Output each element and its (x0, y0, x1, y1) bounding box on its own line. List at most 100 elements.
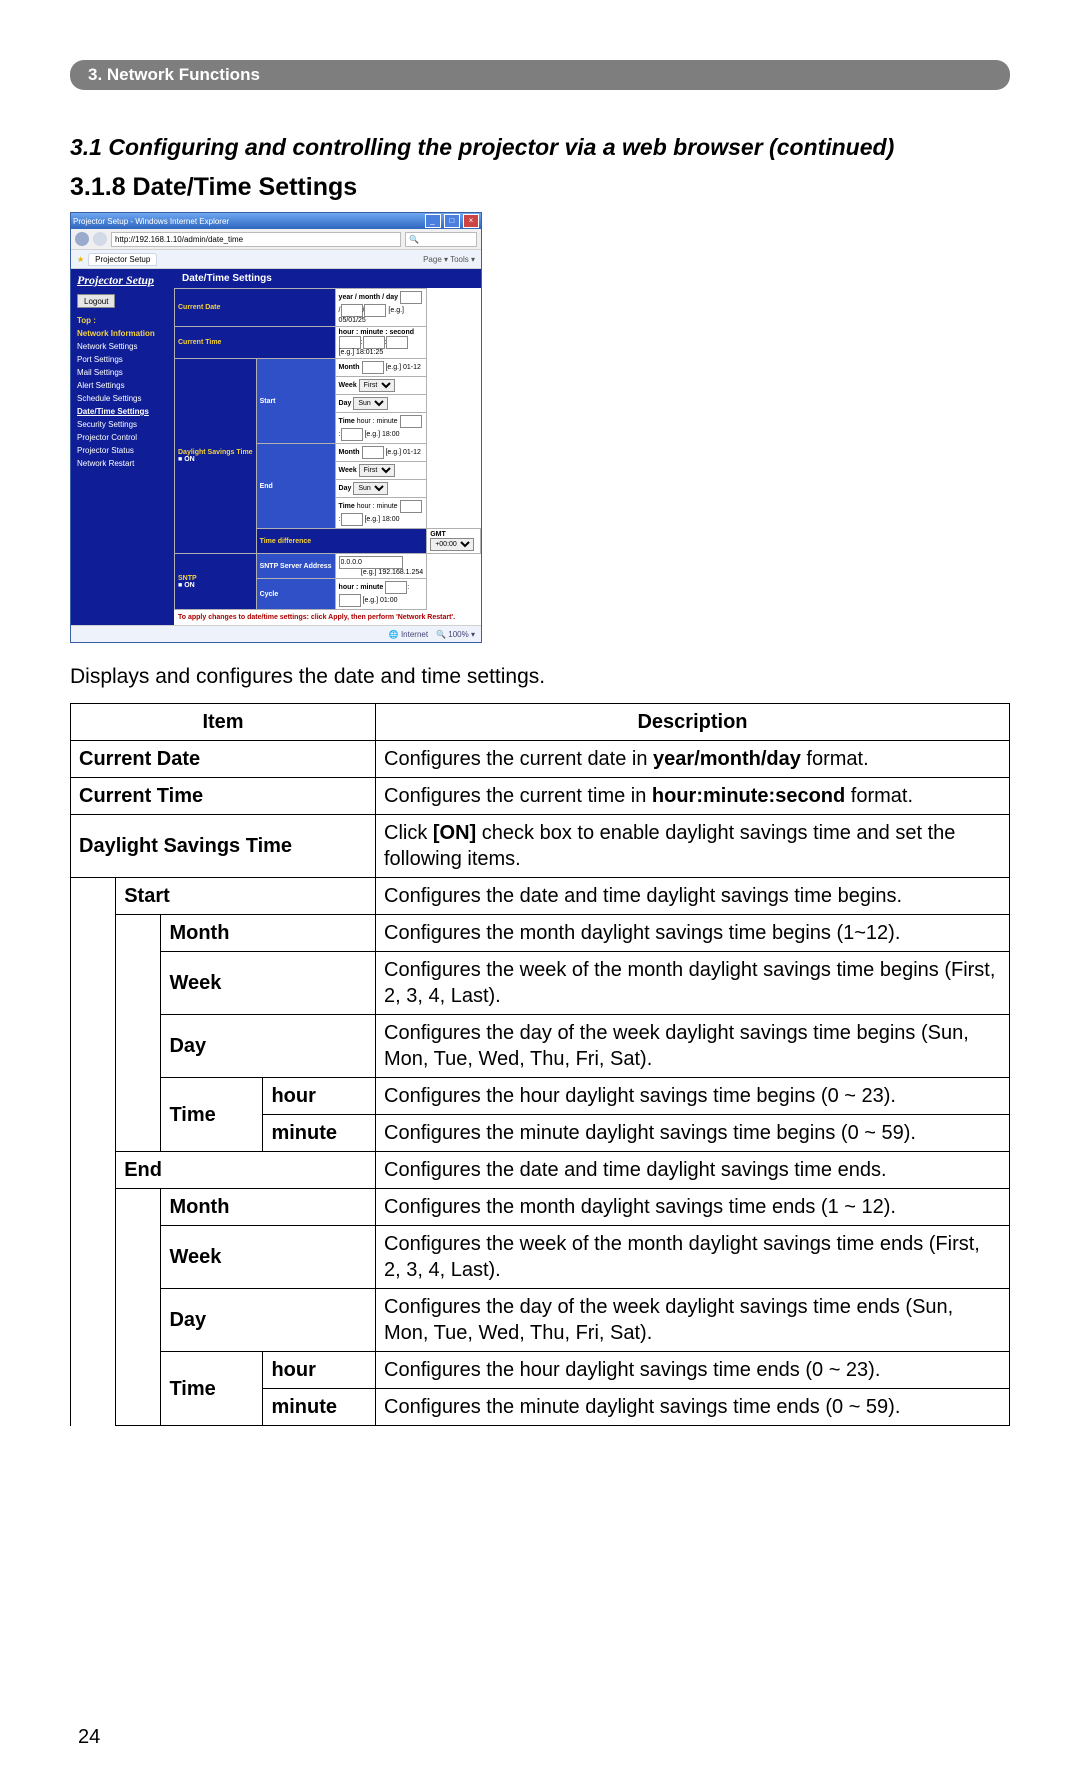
row-s-day-item: Day (161, 1015, 376, 1078)
back-icon[interactable] (75, 232, 89, 246)
sntp-address-value: [e.g.] 192.168.1.254 (335, 554, 427, 579)
row-s-month-item: Month (161, 915, 376, 952)
address-bar: http://192.168.1.10/admin/date_time 🔍 (71, 229, 481, 250)
sidebar-network-info[interactable]: Network Information (71, 327, 174, 340)
page-number: 24 (78, 1726, 1010, 1749)
settings-table: Current Date year / month / day // [e.g.… (174, 288, 481, 610)
dst-end-day-select[interactable]: Sun (353, 482, 388, 495)
row-e-day-desc: Configures the day of the week daylight … (376, 1289, 1010, 1352)
year-input[interactable] (400, 291, 422, 304)
dst-end-week-select[interactable]: First (359, 464, 395, 477)
row-e-week-item: Week (161, 1226, 376, 1289)
row-e-month-item: Month (161, 1189, 376, 1226)
sidebar-item-port-settings[interactable]: Port Settings (71, 353, 174, 366)
gmt-select[interactable]: +00:00 (430, 538, 474, 551)
row-e-hour-desc: Configures the hour daylight savings tim… (376, 1352, 1010, 1389)
row-e-hour-item: hour (263, 1352, 376, 1389)
cycle-hour-input[interactable] (385, 581, 407, 594)
sidebar-item-security-settings[interactable]: Security Settings (71, 418, 174, 431)
sntp-address-label: SNTP Server Address (256, 554, 335, 579)
sidebar-item-projector-control[interactable]: Projector Control (71, 431, 174, 444)
row-s-month-desc: Configures the month daylight savings ti… (376, 915, 1010, 952)
sidebar-item-alert-settings[interactable]: Alert Settings (71, 379, 174, 392)
sidebar-top[interactable]: Top : (71, 314, 174, 327)
browser-toolbar: ★ Projector Setup Page ▾ Tools ▾ (71, 250, 481, 269)
sntp-cycle-value: hour : minute : [e.g.] 01:00 (335, 579, 427, 610)
dst-start-week: Week First (335, 377, 427, 395)
second-input[interactable] (386, 336, 408, 349)
row-s-week-item: Week (161, 952, 376, 1015)
time-diff-value: GMT +00:00 (427, 529, 481, 554)
logout-button[interactable]: Logout (77, 294, 115, 308)
sntp-cycle-label: Cycle (256, 579, 335, 610)
row-e-min-item: minute (263, 1389, 376, 1426)
dst-end-min-input[interactable] (341, 513, 363, 526)
dst-start-min-input[interactable] (341, 428, 363, 441)
forward-icon[interactable] (93, 232, 107, 246)
row-s-day-desc: Configures the day of the week daylight … (376, 1015, 1010, 1078)
row-s-week-desc: Configures the week of the month dayligh… (376, 952, 1010, 1015)
dst-start-day: Day Sun (335, 395, 427, 413)
sntp-label: SNTP ■ ON (175, 554, 257, 610)
row-start-item: Start (116, 878, 376, 915)
minute-input[interactable] (363, 336, 385, 349)
sidebar-item-mail-settings[interactable]: Mail Settings (71, 366, 174, 379)
sidebar-item-projector-status[interactable]: Projector Status (71, 444, 174, 457)
zoom-level[interactable]: 🔍 100% ▾ (436, 630, 475, 639)
month-input[interactable] (341, 304, 363, 317)
row-end-desc: Configures the date and time daylight sa… (376, 1152, 1010, 1189)
row-s-min-desc: Configures the minute daylight savings t… (376, 1115, 1010, 1152)
dst-end-month-input[interactable] (362, 446, 384, 459)
dst-start-time: Time hour : minute : [e.g.] 18:00 (335, 413, 427, 444)
apply-note: To apply changes to date/time settings: … (174, 610, 481, 625)
row-start-desc: Configures the date and time daylight sa… (376, 878, 1010, 915)
current-date-label: Current Date (175, 289, 336, 327)
hour-input[interactable] (339, 336, 361, 349)
dst-end-label: End (256, 444, 335, 529)
sntp-on-checkbox[interactable]: ■ ON (178, 582, 195, 589)
sntp-address-input[interactable] (339, 556, 403, 569)
row-current-date-desc: Configures the current date in year/mont… (376, 741, 1010, 778)
url-input[interactable]: http://192.168.1.10/admin/date_time (111, 232, 401, 247)
dst-end-hour-input[interactable] (400, 500, 422, 513)
browser-tab[interactable]: Projector Setup (88, 253, 157, 266)
description-table: Item Description Current Date Configures… (70, 703, 1010, 1426)
window-titlebar: Projector Setup - Windows Internet Explo… (71, 213, 481, 229)
section-title: 3.1 Configuring and controlling the proj… (70, 134, 1010, 161)
current-time-label: Current Time (175, 327, 336, 359)
current-date-value: year / month / day // [e.g.] 05/01/25 (335, 289, 427, 327)
day-input[interactable] (364, 304, 386, 317)
close-icon[interactable]: × (463, 214, 479, 228)
sidebar-item-network-restart[interactable]: Network Restart (71, 457, 174, 470)
cycle-min-input[interactable] (339, 594, 361, 607)
current-time-value: hour : minute : second :: [e.g.] 18:01:2… (335, 327, 427, 359)
main-heading: Date/Time Settings (174, 269, 481, 288)
status-bar: 🌐 Internet 🔍 100% ▾ (71, 625, 481, 642)
dst-label: Daylight Savings Time ■ ON (175, 359, 257, 554)
sidebar-item-network-settings[interactable]: Network Settings (71, 340, 174, 353)
maximize-icon[interactable]: □ (444, 214, 460, 228)
col-description: Description (376, 704, 1010, 741)
dst-start-month-input[interactable] (362, 361, 384, 374)
dst-end-day: Day Sun (335, 480, 427, 498)
dst-start-week-select[interactable]: First (359, 379, 395, 392)
row-current-time-item: Current Time (71, 778, 376, 815)
search-input[interactable]: 🔍 (405, 232, 477, 247)
internet-zone-icon: 🌐 Internet (389, 630, 428, 639)
row-s-min-item: minute (263, 1115, 376, 1152)
settings-screenshot: Projector Setup - Windows Internet Explo… (70, 212, 482, 643)
toolbar-right[interactable]: Page ▾ Tools ▾ (423, 255, 475, 264)
dst-start-label: Start (256, 359, 335, 444)
dst-start-hour-input[interactable] (400, 415, 422, 428)
row-e-week-desc: Configures the week of the month dayligh… (376, 1226, 1010, 1289)
dst-start-day-select[interactable]: Sun (353, 397, 388, 410)
dst-end-month: Month [e.g.] 01-12 (335, 444, 427, 462)
sidebar-item-schedule-settings[interactable]: Schedule Settings (71, 392, 174, 405)
sidebar: Projector Setup Logout Top : Network Inf… (71, 269, 174, 625)
favorites-icon[interactable]: ★ (77, 255, 84, 264)
dst-on-checkbox[interactable]: ■ ON (178, 456, 195, 463)
sidebar-item-date-time-settings[interactable]: Date/Time Settings (71, 405, 174, 418)
dst-start-month: Month [e.g.] 01-12 (335, 359, 427, 377)
minimize-icon[interactable]: _ (425, 214, 441, 228)
row-dst-item: Daylight Savings Time (71, 815, 376, 878)
